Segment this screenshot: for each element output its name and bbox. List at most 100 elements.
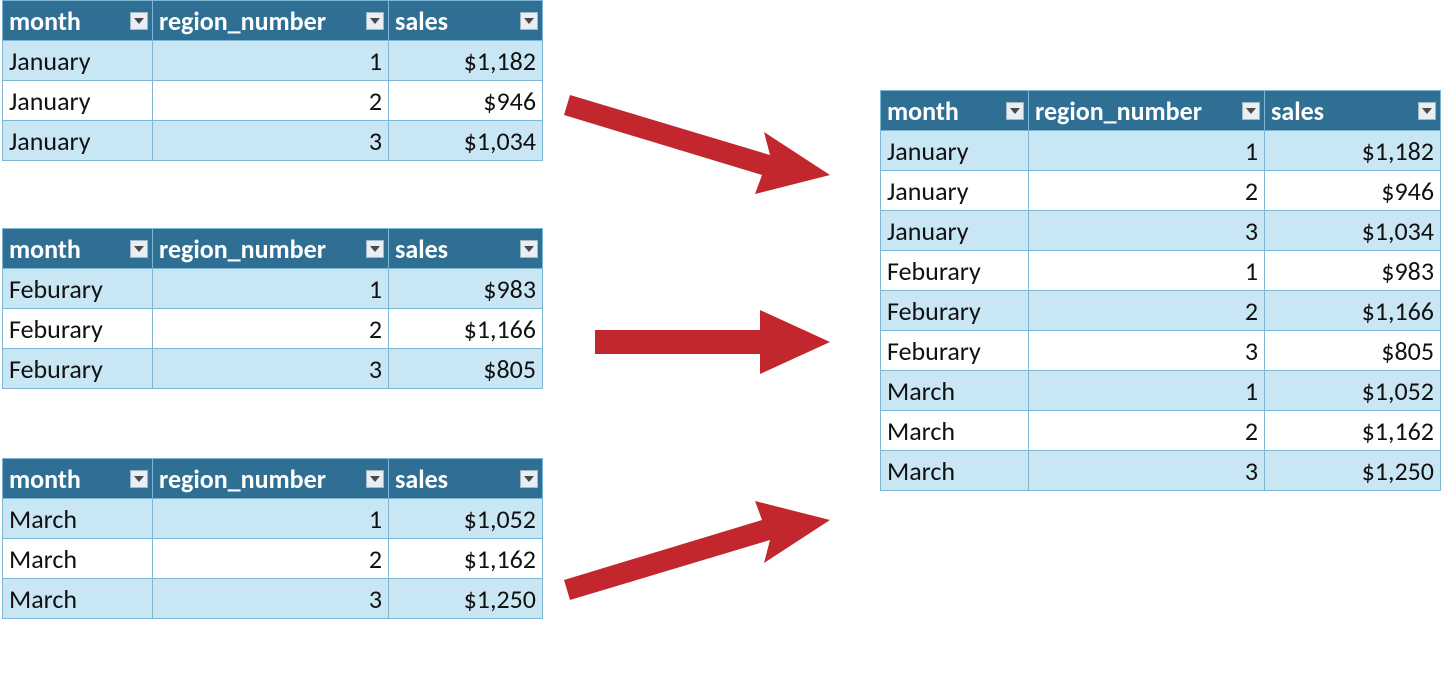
cell-month: Feburary [881,251,1029,291]
source-table-february: month region_number sales Feburary 1 $98… [2,228,543,389]
cell-region: 2 [153,81,389,121]
cell-month: Feburary [3,349,153,389]
cell-region: 1 [1029,251,1265,291]
cell-region: 3 [153,349,389,389]
filter-dropdown-icon[interactable] [130,470,148,488]
cell-sales: $1,034 [389,121,543,161]
arrow-icon [560,500,840,620]
cell-month: January [881,131,1029,171]
cell-month: Feburary [3,269,153,309]
cell-month: January [3,121,153,161]
header-sales[interactable]: sales [389,1,543,41]
cell-sales: $983 [1265,251,1441,291]
header-region-label: region_number [159,233,350,265]
table-row: January 2 $946 [3,81,543,121]
header-region[interactable]: region_number [1029,91,1265,131]
table-row: January 2 $946 [881,171,1441,211]
cell-sales: $1,052 [1265,371,1441,411]
cell-month: January [881,171,1029,211]
header-month[interactable]: month [3,1,153,41]
table-row: January 1 $1,182 [3,41,543,81]
cell-sales: $1,052 [389,499,543,539]
filter-dropdown-icon[interactable] [520,240,538,258]
header-region-label: region_number [159,5,350,37]
cell-month: January [3,41,153,81]
filter-dropdown-icon[interactable] [130,12,148,30]
cell-sales: $1,250 [389,579,543,619]
header-month[interactable]: month [881,91,1029,131]
header-sales[interactable]: sales [389,459,543,499]
table-row: March 1 $1,052 [881,371,1441,411]
cell-month: March [881,371,1029,411]
cell-sales: $983 [389,269,543,309]
header-month-label: month [887,95,983,127]
table-row: March 3 $1,250 [881,451,1441,491]
header-region[interactable]: region_number [153,229,389,269]
cell-sales: $1,166 [389,309,543,349]
cell-sales: $805 [389,349,543,389]
filter-dropdown-icon[interactable] [520,470,538,488]
table-row: January 1 $1,182 [881,131,1441,171]
cell-sales: $805 [1265,331,1441,371]
filter-dropdown-icon[interactable] [520,12,538,30]
table-row: Feburary 3 $805 [3,349,543,389]
table-row: Feburary 1 $983 [3,269,543,309]
header-region[interactable]: region_number [153,1,389,41]
table-row: January 3 $1,034 [881,211,1441,251]
cell-month: Feburary [3,309,153,349]
cell-region: 3 [1029,331,1265,371]
cell-sales: $946 [1265,171,1441,211]
cell-region: 1 [153,269,389,309]
header-month[interactable]: month [3,459,153,499]
diagram-stage: month region_number sales January 1 $1,1… [0,0,1441,689]
cell-region: 1 [153,499,389,539]
header-month-label: month [9,233,105,265]
filter-dropdown-icon[interactable] [1418,102,1436,120]
header-region[interactable]: region_number [153,459,389,499]
filter-dropdown-icon[interactable] [130,240,148,258]
cell-region: 1 [1029,371,1265,411]
cell-region: 3 [153,579,389,619]
header-month[interactable]: month [3,229,153,269]
cell-region: 2 [1029,291,1265,331]
cell-region: 2 [153,309,389,349]
filter-dropdown-icon[interactable] [366,12,384,30]
cell-sales: $1,182 [389,41,543,81]
header-sales[interactable]: sales [1265,91,1441,131]
header-sales-label: sales [395,233,472,265]
cell-region: 2 [1029,171,1265,211]
cell-month: March [3,539,153,579]
table-row: January 3 $1,034 [3,121,543,161]
table-row: Feburary 3 $805 [881,331,1441,371]
filter-dropdown-icon[interactable] [1242,102,1260,120]
cell-region: 1 [1029,131,1265,171]
header-sales[interactable]: sales [389,229,543,269]
cell-sales: $1,166 [1265,291,1441,331]
header-month-label: month [9,5,105,37]
cell-month: March [881,451,1029,491]
cell-region: 1 [153,41,389,81]
cell-month: January [881,211,1029,251]
cell-region: 2 [1029,411,1265,451]
cell-sales: $1,182 [1265,131,1441,171]
filter-dropdown-icon[interactable] [1006,102,1024,120]
cell-month: Feburary [881,331,1029,371]
cell-month: Feburary [881,291,1029,331]
header-region-label: region_number [1035,95,1226,127]
header-region-label: region_number [159,463,350,495]
cell-sales: $1,162 [389,539,543,579]
cell-month: January [3,81,153,121]
result-table: month region_number sales January 1 $1,1… [880,90,1441,491]
cell-month: March [3,579,153,619]
filter-dropdown-icon[interactable] [366,240,384,258]
cell-region: 2 [153,539,389,579]
header-month-label: month [9,463,105,495]
cell-month: March [3,499,153,539]
table-row: March 3 $1,250 [3,579,543,619]
table-row: March 2 $1,162 [881,411,1441,451]
table-row: March 1 $1,052 [3,499,543,539]
header-sales-label: sales [1271,95,1348,127]
filter-dropdown-icon[interactable] [366,470,384,488]
table-row: Feburary 2 $1,166 [881,291,1441,331]
header-sales-label: sales [395,5,472,37]
